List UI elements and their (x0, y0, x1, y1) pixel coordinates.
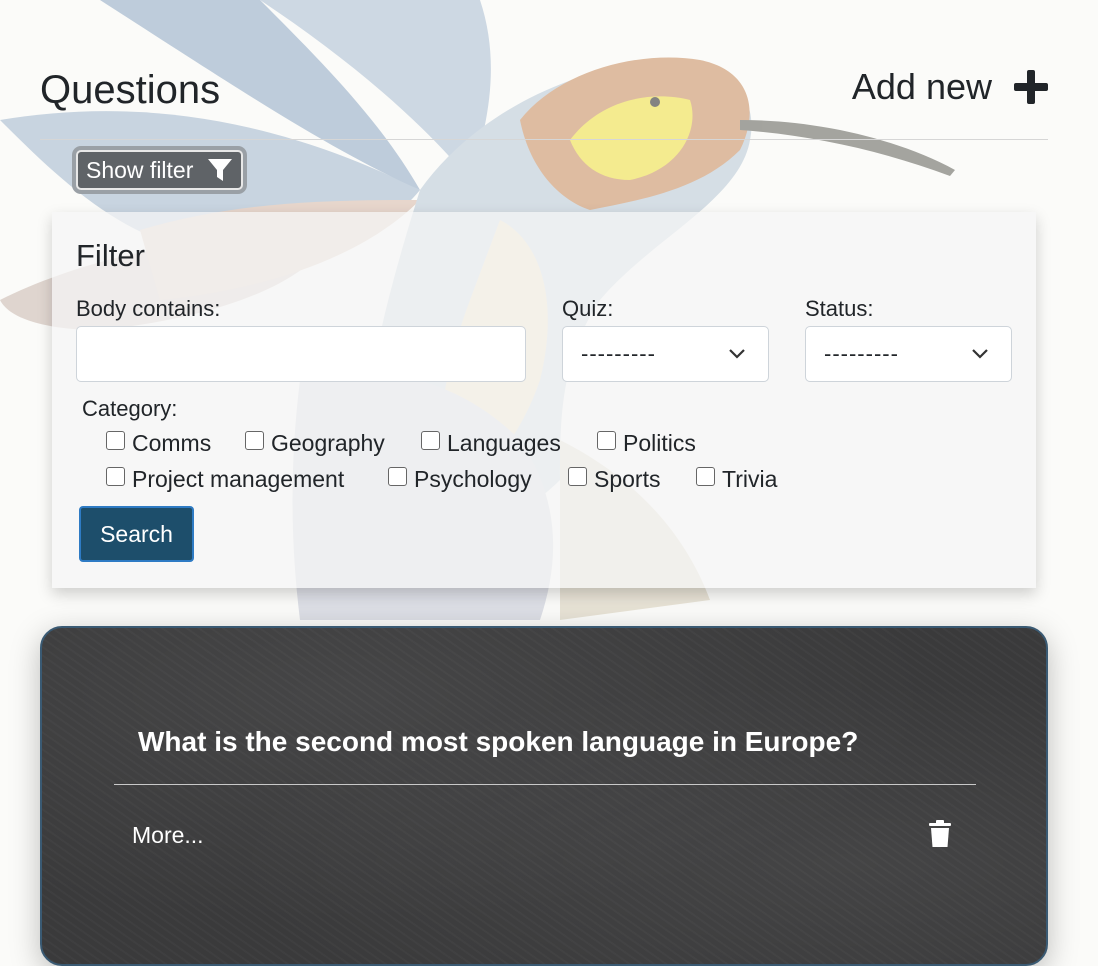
quiz-select[interactable]: --------- (562, 326, 769, 382)
checkbox[interactable] (696, 467, 715, 486)
page-header: Questions Add new (40, 62, 1048, 140)
category-row-2: Project management Psychology Sports Tri… (106, 466, 777, 493)
checkbox[interactable] (568, 467, 587, 486)
quiz-label: Quiz: (562, 296, 614, 321)
category-checkbox-psychology[interactable]: Psychology (388, 466, 568, 493)
category-row-1: Comms Geography Languages Politics (106, 430, 696, 457)
status-select-value: --------- (824, 341, 899, 366)
category-label-languages: Languages (447, 430, 561, 456)
category-label-project-management: Project management (132, 466, 345, 492)
category-checkbox-politics[interactable]: Politics (597, 430, 696, 457)
category-label-politics: Politics (623, 430, 696, 456)
status-label: Status: (805, 296, 874, 321)
body-contains-input[interactable] (76, 326, 526, 382)
category-checkbox-languages[interactable]: Languages (421, 430, 597, 457)
category-checkbox-comms[interactable]: Comms (106, 430, 245, 457)
search-button[interactable]: Search (79, 506, 194, 562)
question-text: What is the second most spoken language … (138, 726, 859, 757)
show-filter-label: Show filter (86, 156, 194, 183)
trash-icon[interactable] (928, 820, 952, 848)
filter-title: Filter (76, 238, 145, 273)
filter-icon (208, 159, 233, 181)
category-checkbox-geography[interactable]: Geography (245, 430, 421, 457)
add-new-label: Add new (851, 66, 992, 107)
body-contains-label: Body contains: (76, 296, 221, 321)
filter-panel: Filter Body contains: Quiz: --------- St… (52, 212, 1036, 588)
chevron-down-icon (972, 349, 988, 359)
add-new-button[interactable]: Add new (852, 66, 1048, 108)
chevron-down-icon (729, 349, 745, 359)
status-select[interactable]: --------- (805, 326, 1012, 382)
show-filter-button[interactable]: Show filter (76, 150, 244, 190)
checkbox[interactable] (106, 467, 125, 486)
category-checkbox-sports[interactable]: Sports (568, 466, 696, 493)
category-label-sports: Sports (594, 466, 661, 492)
checkbox[interactable] (421, 431, 440, 450)
category-label-psychology: Psychology (414, 466, 532, 492)
category-label-trivia: Trivia (722, 466, 778, 492)
page-title: Questions (40, 68, 221, 112)
checkbox[interactable] (597, 431, 616, 450)
quiz-select-value: --------- (581, 341, 656, 366)
checkbox[interactable] (106, 431, 125, 450)
more-link[interactable]: More... (132, 822, 204, 849)
category-label: Category: (82, 396, 178, 421)
show-filter-wrapper: Show filter (72, 146, 248, 194)
question-card: What is the second most spoken language … (40, 626, 1048, 966)
category-label-geography: Geography (271, 430, 385, 456)
checkbox[interactable] (388, 467, 407, 486)
card-divider (114, 784, 976, 785)
category-label-comms: Comms (132, 430, 212, 456)
plus-icon (1014, 70, 1048, 104)
checkbox[interactable] (245, 431, 264, 450)
category-checkbox-project-management[interactable]: Project management (106, 466, 388, 493)
category-checkbox-trivia[interactable]: Trivia (696, 466, 777, 493)
